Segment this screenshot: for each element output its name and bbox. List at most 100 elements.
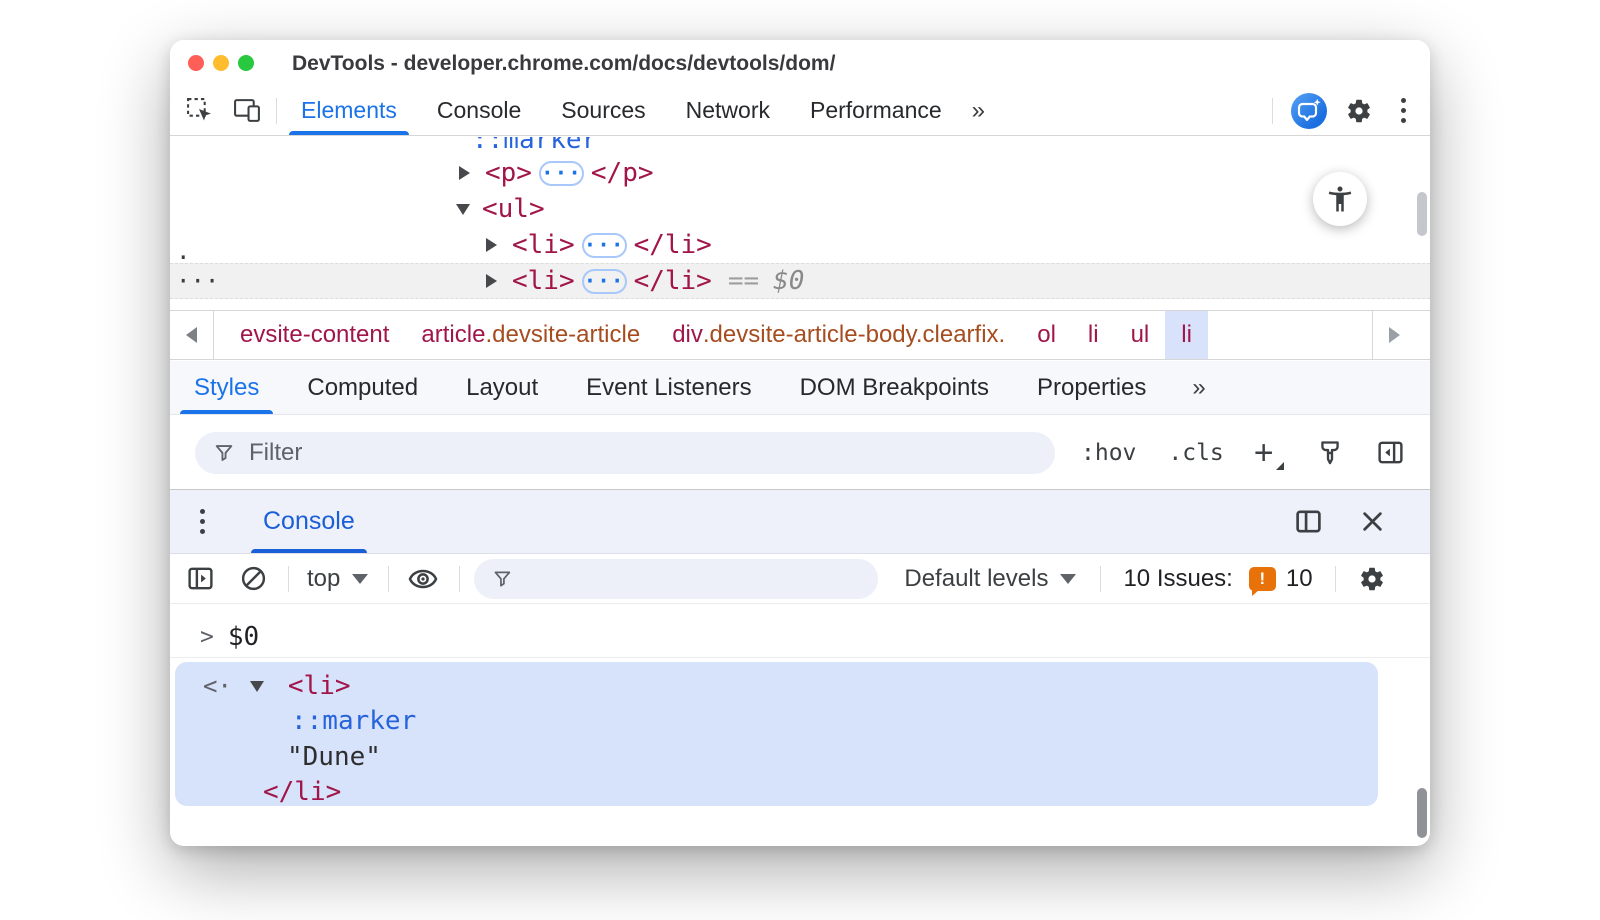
close-tag: </li> (634, 230, 712, 260)
breadcrumb-forward-button[interactable] (1372, 311, 1416, 359)
crumb-li-selected[interactable]: li (1165, 311, 1208, 359)
levels-label: Default levels (904, 565, 1048, 593)
input-echo-text: $0 (228, 622, 259, 652)
inspect-element-icon[interactable] (186, 97, 213, 124)
tab-dom-breakpoints[interactable]: DOM Breakpoints (776, 361, 1013, 414)
tab-sources[interactable]: Sources (541, 86, 665, 135)
toolbar-divider (288, 566, 289, 592)
panel-tabs: Elements Console Sources Network Perform… (281, 86, 962, 135)
console-filter-pill[interactable] (474, 559, 878, 599)
pseudo-element-label: ::marker (472, 137, 597, 155)
toolbar-divider (459, 566, 460, 592)
more-options-icon[interactable] (1393, 94, 1414, 127)
console-result-highlighted[interactable]: <· <li> ::marker "Dune" </li> (175, 662, 1378, 806)
tab-layout[interactable]: Layout (442, 361, 562, 414)
context-label: top (307, 565, 340, 593)
toolbar-divider (276, 98, 277, 124)
tab-elements-label: Elements (301, 97, 397, 124)
styles-filter-input[interactable] (249, 439, 1037, 467)
expand-children-button[interactable]: ··· (539, 161, 584, 186)
console-scrollbar-thumb[interactable] (1417, 788, 1427, 838)
title-bar: DevTools - developer.chrome.com/docs/dev… (170, 40, 1430, 86)
window-title: DevTools - developer.chrome.com/docs/dev… (292, 40, 835, 88)
drawer-menu-icon[interactable] (192, 505, 213, 538)
elements-scrollbar-thumb[interactable] (1417, 192, 1427, 236)
more-tabs-icon[interactable]: » (1182, 374, 1215, 402)
settings-icon[interactable] (1345, 97, 1373, 125)
clear-console-icon[interactable] (239, 564, 268, 593)
tab-elements[interactable]: Elements (281, 86, 417, 135)
live-expression-eye-icon[interactable] (407, 564, 439, 594)
expand-arrow-icon[interactable] (459, 166, 485, 180)
issues-label: 10 Issues: (1123, 565, 1232, 593)
drawer-tab-console[interactable]: Console (247, 490, 371, 553)
device-toolbar-icon[interactable] (233, 97, 262, 124)
filter-funnel-icon (213, 441, 235, 464)
styles-filter-pill[interactable] (195, 432, 1055, 474)
new-style-rule-button[interactable]: + (1254, 438, 1284, 468)
crumb-devsite-content[interactable]: evsite-content (224, 311, 405, 359)
expand-arrow-icon[interactable] (486, 274, 512, 288)
tree-row-p[interactable]: <p> ··· </p> (459, 155, 654, 191)
breadcrumb-back-button[interactable] (170, 311, 214, 359)
close-window-button[interactable] (188, 55, 204, 71)
toolbar-divider (388, 566, 389, 592)
toggle-sidebar-icon[interactable] (1376, 438, 1405, 467)
crumb-ul[interactable]: ul (1115, 311, 1166, 359)
issues-count: 10 (1286, 565, 1313, 593)
open-tag: <li> (512, 266, 575, 296)
equals-sign: == (728, 266, 759, 296)
crumb-article[interactable]: article.devsite-article (405, 311, 656, 359)
expand-arrow-icon[interactable] (486, 238, 512, 252)
accessibility-widget-button[interactable] (1313, 172, 1367, 226)
back-icon (186, 327, 197, 343)
crumb-li[interactable]: li (1072, 311, 1115, 359)
minimize-window-button[interactable] (213, 55, 229, 71)
console-input-echo-row[interactable]: > $0 (170, 616, 1430, 658)
crumb-div[interactable]: div.devsite-article-body.clearfix. (656, 311, 1021, 359)
close-tag: </p> (591, 158, 654, 188)
console-filter-input[interactable] (527, 565, 860, 593)
issues-counter[interactable]: 10 Issues: ! 10 (1123, 565, 1312, 593)
more-panels-icon[interactable]: » (962, 97, 995, 125)
tab-computed[interactable]: Computed (283, 361, 442, 414)
tree-row-li-1[interactable]: <li> ··· </li> (486, 227, 712, 263)
collapse-arrow-icon[interactable] (250, 681, 270, 692)
element-classes-button[interactable]: .cls (1168, 440, 1223, 466)
paintbrush-icon[interactable] (1316, 439, 1344, 467)
console-settings-icon[interactable] (1358, 565, 1386, 593)
tab-sources-label: Sources (561, 97, 645, 124)
toggle-element-state-button[interactable]: :hov (1081, 440, 1136, 466)
ai-assistant-icon[interactable] (1291, 93, 1327, 129)
tab-performance-label: Performance (810, 97, 942, 124)
close-drawer-icon[interactable] (1359, 508, 1386, 535)
log-levels-selector[interactable]: Default levels (904, 565, 1076, 593)
toolbar-divider (1335, 566, 1336, 592)
expand-children-button[interactable]: ··· (582, 233, 627, 258)
clipped-text-fragment: ··· (176, 267, 219, 295)
styles-filter-row: :hov .cls + (170, 416, 1430, 490)
tab-console[interactable]: Console (417, 86, 541, 135)
tab-styles[interactable]: Styles (170, 361, 283, 414)
tab-properties[interactable]: Properties (1013, 361, 1170, 414)
pseudo-element-label: ::marker (291, 706, 416, 736)
return-value-icon: <· (203, 672, 232, 700)
tab-network[interactable]: Network (666, 86, 790, 135)
show-console-sidebar-icon[interactable] (186, 564, 215, 593)
styles-pane-tabs: Styles Computed Layout Event Listeners D… (170, 361, 1430, 415)
tab-performance[interactable]: Performance (790, 86, 962, 135)
crumb-ol[interactable]: ol (1021, 311, 1072, 359)
collapse-arrow-icon[interactable] (456, 204, 482, 215)
expand-children-button[interactable]: ··· (582, 269, 627, 294)
dom-breadcrumb-bar: evsite-content article.devsite-article d… (170, 310, 1430, 360)
tree-row-ul[interactable]: <ul> (456, 191, 545, 227)
close-tag: </li> (263, 777, 341, 807)
filter-funnel-icon (492, 567, 513, 590)
split-panel-icon[interactable] (1294, 507, 1323, 536)
tab-console-label: Console (437, 97, 521, 124)
tree-row-li-selected[interactable]: <li> ··· </li> == $0 (170, 263, 1430, 299)
accessibility-icon (1325, 184, 1355, 214)
zoom-window-button[interactable] (238, 55, 254, 71)
tab-event-listeners[interactable]: Event Listeners (562, 361, 775, 414)
javascript-context-selector[interactable]: top (307, 565, 368, 593)
